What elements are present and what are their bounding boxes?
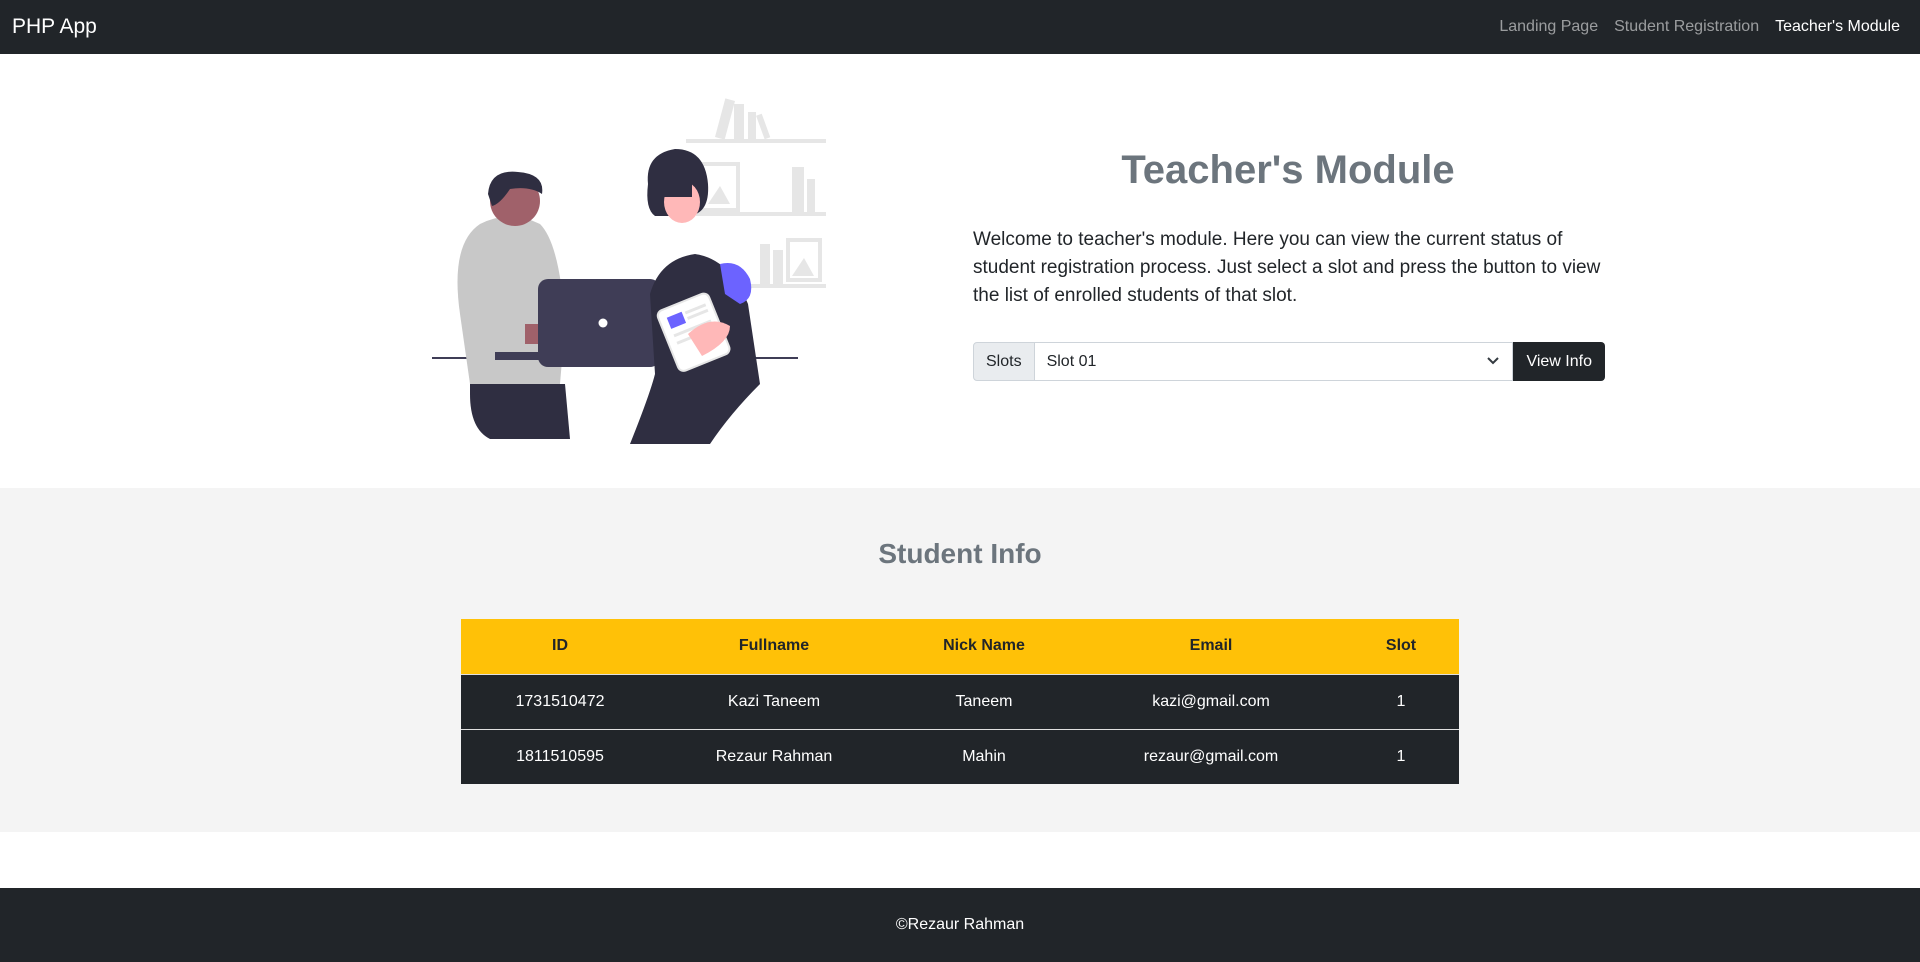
- table-cell-slot: 1: [1343, 673, 1459, 729]
- column-header-email: Email: [1079, 619, 1343, 674]
- hero-description: Welcome to teacher's module. Here you ca…: [973, 229, 1601, 306]
- view-info-button[interactable]: View Info: [1513, 342, 1605, 381]
- table-cell-id: 1731510472: [461, 673, 659, 729]
- student-info-section: Student Info ID Fullname Nick Name Email…: [0, 488, 1920, 832]
- nav-link-student-registration[interactable]: Student Registration: [1614, 18, 1759, 36]
- table-header-row: ID Fullname Nick Name Email Slot: [461, 619, 1459, 674]
- slot-select[interactable]: Slot 01: [1034, 342, 1514, 381]
- page-title: Teacher's Module: [1121, 148, 1455, 192]
- table-cell-fullname: Rezaur Rahman: [659, 728, 889, 784]
- nav-links: Landing Page Student Registration Teache…: [1499, 18, 1908, 36]
- teacher-illustration: [432, 98, 826, 444]
- nav-link-landing-page[interactable]: Landing Page: [1499, 18, 1598, 36]
- hero-section: Teacher's Module Welcome to teacher's mo…: [0, 54, 1920, 488]
- column-header-slot: Slot: [1343, 619, 1459, 674]
- table-row: 1731510472 Kazi Taneem Taneem kazi@gmail…: [461, 673, 1459, 729]
- column-header-nick-name: Nick Name: [889, 619, 1079, 674]
- footer: ©Rezaur Rahman: [0, 888, 1920, 962]
- navbar-brand[interactable]: PHP App: [12, 15, 97, 39]
- table-cell-fullname: Kazi Taneem: [659, 673, 889, 729]
- nav-link-teachers-module[interactable]: Teacher's Module: [1775, 18, 1900, 36]
- student-table: ID Fullname Nick Name Email Slot 1731510…: [461, 619, 1459, 784]
- table-cell-email: kazi@gmail.com: [1079, 673, 1343, 729]
- column-header-fullname: Fullname: [659, 619, 889, 674]
- slot-input-group: Slots Slot 01 View Info: [973, 342, 1605, 381]
- slot-select-value: Slot 01: [1046, 352, 1097, 370]
- column-header-id: ID: [461, 619, 659, 674]
- table-cell-id: 1811510595: [461, 728, 659, 784]
- footer-copyright: ©Rezaur Rahman: [895, 916, 1025, 933]
- student-info-title: Student Info: [878, 538, 1042, 569]
- table-cell-email: rezaur@gmail.com: [1079, 728, 1343, 784]
- table-cell-nick-name: Mahin: [889, 728, 1079, 784]
- navbar: PHP App Landing Page Student Registratio…: [0, 0, 1920, 54]
- chevron-down-icon: [1486, 353, 1500, 371]
- slots-label: Slots: [973, 342, 1035, 381]
- table-row: 1811510595 Rezaur Rahman Mahin rezaur@gm…: [461, 728, 1459, 784]
- table-cell-slot: 1: [1343, 728, 1459, 784]
- table-cell-nick-name: Taneem: [889, 673, 1079, 729]
